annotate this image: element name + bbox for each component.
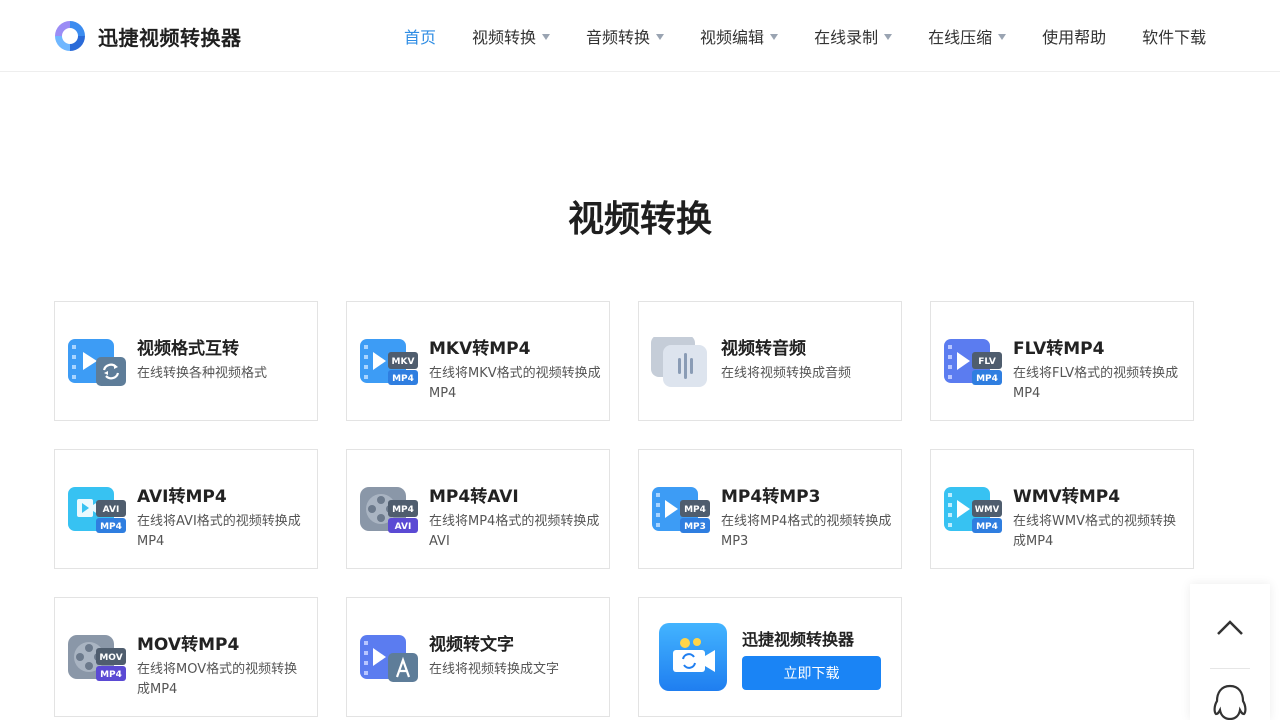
- nav-item-home[interactable]: 首页: [390, 0, 450, 72]
- app-icon: [659, 623, 727, 691]
- tool-card[interactable]: AVI MP4 AVI转MP4 在线将AVI格式的视频转换成MP4: [54, 449, 318, 569]
- tool-card[interactable]: WMV MP4 WMV转MP4 在线将WMV格式的视频转换成MP4: [930, 449, 1194, 569]
- svg-text:MP4: MP4: [684, 505, 706, 515]
- svg-text:WMV: WMV: [975, 505, 1000, 515]
- promo-title: 迅捷视频转换器: [742, 630, 855, 649]
- card-title: AVI转MP4: [137, 487, 227, 507]
- svg-text:MP4: MP4: [100, 522, 122, 532]
- card-title: 视频格式互转: [137, 339, 239, 359]
- svg-text:MP4: MP4: [976, 374, 998, 384]
- chevron-up-icon: [1217, 620, 1243, 635]
- qq-contact-button[interactable]: [1190, 670, 1270, 720]
- tool-card[interactable]: MOV MP4 MOV转MP4 在线将MOV格式的视频转换成MP4: [54, 597, 318, 717]
- svg-text:AVI: AVI: [103, 505, 120, 515]
- caret-down-icon: [656, 34, 665, 40]
- nav-item-video-edit[interactable]: 视频编辑: [686, 0, 792, 72]
- nav-item-download[interactable]: 软件下载: [1128, 0, 1220, 72]
- brand-swirl-icon: [55, 21, 85, 51]
- svg-text:MP4: MP4: [100, 670, 122, 680]
- svg-text:FLV: FLV: [978, 357, 996, 367]
- nav-label: 首页: [404, 28, 437, 47]
- nav-label: 在线录制: [814, 28, 879, 47]
- nav-label: 软件下载: [1142, 28, 1207, 47]
- svg-text:MP3: MP3: [684, 522, 706, 532]
- card-title: MP4转AVI: [429, 487, 519, 507]
- card-desc: 在线将WMV格式的视频转换成MP4: [1013, 514, 1176, 549]
- card-title: MOV转MP4: [137, 635, 240, 655]
- video-to-text-icon: [360, 635, 418, 682]
- brand-name: 迅捷视频转换器: [98, 25, 242, 50]
- svg-text:MP4: MP4: [392, 505, 414, 515]
- flv-to-mp4-icon: FLV MP4: [944, 339, 1002, 385]
- brand-logo[interactable]: 迅捷视频转换器: [52, 18, 242, 54]
- qq-penguin-icon: [1213, 684, 1247, 720]
- tool-card[interactable]: 视频转音频 在线将视频转换成音频: [638, 301, 902, 421]
- card-desc: 在线将MOV格式的视频转换成MP4: [137, 662, 298, 697]
- video-to-audio-icon: [651, 337, 707, 387]
- tool-card[interactable]: MKV MP4 MKV转MP4 在线将MKV格式的视频转换成MP4: [346, 301, 610, 421]
- caret-down-icon: [884, 34, 893, 40]
- card-desc: 在线将MP4格式的视频转换成MP3: [721, 514, 892, 549]
- card-title: WMV转MP4: [1013, 487, 1121, 507]
- tool-card[interactable]: FLV MP4 FLV转MP4 在线将FLV格式的视频转换成MP4: [930, 301, 1194, 421]
- mov-to-mp4-icon: MOV MP4: [68, 635, 126, 681]
- nav-item-audio-convert[interactable]: 音频转换: [572, 0, 678, 72]
- card-desc: 在线将视频转换成音频: [721, 366, 852, 381]
- card-desc: 在线将MP4格式的视频转换成AVI: [429, 514, 600, 549]
- nav-label: 在线压缩: [928, 28, 993, 47]
- nav-label: 视频转换: [472, 28, 537, 47]
- back-to-top-button[interactable]: [1190, 584, 1270, 668]
- tool-card[interactable]: MP4 MP3 MP4转MP3 在线将MP4格式的视频转换成MP3: [638, 449, 902, 569]
- card-title: 视频转音频: [721, 339, 806, 359]
- svg-text:MKV: MKV: [392, 357, 415, 367]
- video-format-convert-icon: [68, 339, 126, 386]
- card-title: MP4转MP3: [721, 487, 821, 507]
- svg-text:AVI: AVI: [395, 522, 412, 532]
- card-title: 视频转文字: [429, 635, 514, 655]
- divider: [1210, 668, 1250, 669]
- nav-label: 音频转换: [586, 28, 651, 47]
- svg-text:MOV: MOV: [99, 653, 122, 663]
- nav-item-video-convert[interactable]: 视频转换: [458, 0, 564, 72]
- nav-label: 使用帮助: [1042, 28, 1107, 47]
- svg-text:MP4: MP4: [976, 522, 998, 532]
- nav-label: 视频编辑: [700, 28, 765, 47]
- card-title: MKV转MP4: [429, 339, 531, 359]
- download-now-button[interactable]: 立即下载: [742, 656, 881, 690]
- section-title: 视频转换: [567, 199, 712, 240]
- card-desc: 在线将AVI格式的视频转换成MP4: [137, 514, 301, 549]
- tool-card[interactable]: MP4 AVI MP4转AVI 在线将MP4格式的视频转换成AVI: [346, 449, 610, 569]
- svg-text:MP4: MP4: [392, 374, 414, 384]
- nav-item-online-compress[interactable]: 在线压缩: [914, 0, 1020, 72]
- site-header: 迅捷视频转换器 首页 视频转换 音频转换 视频编辑 在线录制 在线压缩 使用帮助…: [0, 0, 1280, 72]
- mp4-to-avi-icon: MP4 AVI: [360, 487, 418, 533]
- mp4-to-mp3-icon: MP4 MP3: [652, 487, 710, 533]
- tool-card[interactable]: 视频转文字 在线将视频转换成文字: [346, 597, 610, 717]
- nav-item-help[interactable]: 使用帮助: [1028, 0, 1120, 72]
- floating-side-panel: [1190, 584, 1270, 720]
- card-desc: 在线将视频转换成文字: [429, 662, 560, 677]
- card-desc: 在线将FLV格式的视频转换成MP4: [1013, 366, 1179, 401]
- app-download-card: 迅捷视频转换器 立即下载: [638, 597, 902, 717]
- nav-item-online-record[interactable]: 在线录制: [800, 0, 906, 72]
- caret-down-icon: [542, 34, 551, 40]
- card-desc: 在线转换各种视频格式: [137, 366, 268, 381]
- caret-down-icon: [998, 34, 1007, 40]
- tool-card[interactable]: 视频格式互转 在线转换各种视频格式: [54, 301, 318, 421]
- main-nav: 首页 视频转换 音频转换 视频编辑 在线录制 在线压缩 使用帮助 软件下载: [390, 0, 1228, 72]
- mkv-to-mp4-icon: MKV MP4: [360, 339, 418, 385]
- avi-to-mp4-icon: AVI MP4: [68, 487, 126, 533]
- caret-down-icon: [770, 34, 779, 40]
- wmv-to-mp4-icon: WMV MP4: [944, 487, 1002, 533]
- card-desc: 在线将MKV格式的视频转换成MP4: [429, 366, 601, 401]
- card-title: FLV转MP4: [1013, 339, 1105, 359]
